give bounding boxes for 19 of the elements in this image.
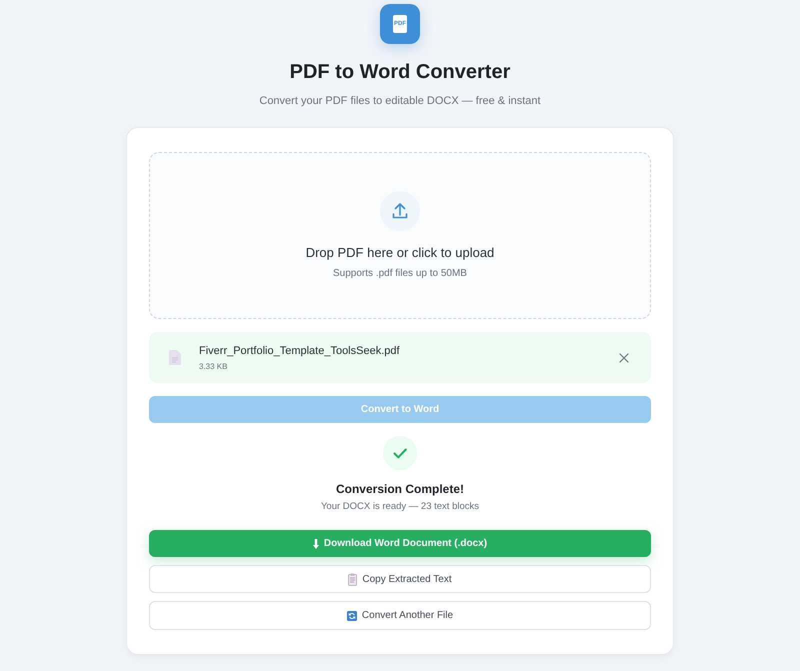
upload-icon bbox=[380, 191, 420, 231]
page-title: PDF to Word Converter bbox=[290, 60, 510, 85]
page-subtitle: Convert your PDF files to editable DOCX — free & instant bbox=[259, 94, 541, 109]
success-check-icon bbox=[383, 436, 417, 470]
refresh-icon bbox=[346, 610, 357, 620]
copy-text-button[interactable]: Copy Extracted Text bbox=[149, 565, 651, 593]
download-arrow-icon bbox=[312, 538, 319, 548]
file-name: Fiverr_Portfolio_Template_ToolsSeek.pdf bbox=[199, 344, 400, 358]
remove-file-button[interactable] bbox=[617, 350, 631, 364]
file-size: 3.33 KB bbox=[199, 360, 228, 372]
file-icon bbox=[169, 350, 181, 365]
clipboard-icon bbox=[348, 572, 358, 586]
result-message: Your DOCX is ready — 23 text blocks bbox=[320, 500, 480, 514]
convert-another-button[interactable]: Convert Another File bbox=[149, 601, 651, 630]
dropzone-title: Drop PDF here or click to upload bbox=[306, 244, 494, 262]
result-title: Conversion Complete! bbox=[336, 481, 464, 497]
close-icon bbox=[619, 352, 629, 362]
upload-dropzone[interactable]: Drop PDF here or click to upload Supports .pdf files up to 50MB bbox=[149, 152, 651, 319]
dropzone-hint: Supports .pdf files up to 50MB bbox=[333, 267, 467, 281]
